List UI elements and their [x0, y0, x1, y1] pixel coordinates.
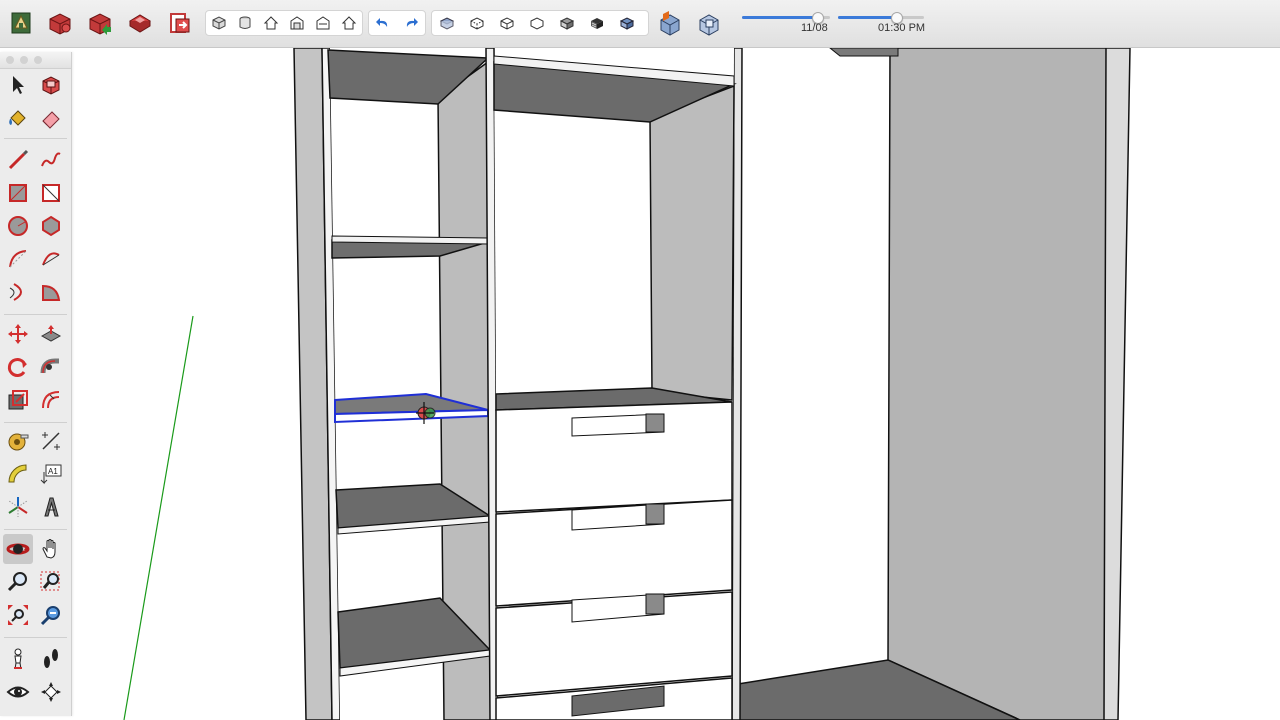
follow-me-tool-icon[interactable]: [36, 352, 66, 382]
move-tool-icon[interactable]: [3, 319, 33, 349]
section-plane-icon[interactable]: [655, 8, 685, 38]
walk-tool-icon[interactable]: [36, 644, 66, 674]
eraser-tool-icon[interactable]: [36, 103, 66, 133]
push-pull-tool-icon[interactable]: [36, 319, 66, 349]
offset-tool-icon[interactable]: [36, 385, 66, 415]
iso-view-icon[interactable]: [209, 12, 229, 34]
hidden-line-style-icon[interactable]: [525, 12, 549, 34]
protractor-tool-icon[interactable]: [3, 459, 33, 489]
back-view-icon[interactable]: [313, 12, 333, 34]
axes-tool-icon[interactable]: [3, 492, 33, 522]
model-viewport[interactable]: [72, 48, 1280, 720]
extension-warehouse-icon[interactable]: [125, 8, 155, 38]
display-section-icon[interactable]: [694, 8, 724, 38]
two-point-arc-tool-icon[interactable]: [36, 244, 66, 274]
left-view-icon[interactable]: [339, 12, 359, 34]
line-tool-icon[interactable]: [3, 145, 33, 175]
undo-icon[interactable]: [372, 12, 394, 34]
zoom-window-tool-icon[interactable]: [36, 567, 66, 597]
send-to-layout-icon[interactable]: [165, 8, 195, 38]
right-view-icon[interactable]: [287, 12, 307, 34]
drawer-2[interactable]: [495, 499, 733, 607]
polygon-tool-icon[interactable]: [36, 211, 66, 241]
palette-separator: [4, 637, 67, 638]
redo-icon[interactable]: [400, 12, 422, 34]
orbit-tool-icon[interactable]: [3, 534, 33, 564]
rotate-tool-icon[interactable]: [3, 352, 33, 382]
front-view-icon[interactable]: [261, 12, 281, 34]
palette-separator: [4, 422, 67, 423]
close-dot-icon[interactable]: [6, 56, 14, 64]
styles-toolbar: [431, 10, 649, 36]
make-component-tool-icon[interactable]: [36, 70, 66, 100]
3d-text-tool-icon[interactable]: [36, 492, 66, 522]
slider-fill: [742, 16, 817, 19]
rotated-rectangle-tool-icon[interactable]: [36, 178, 66, 208]
position-camera-tool-icon[interactable]: [3, 644, 33, 674]
views-toolbar: [205, 10, 363, 36]
green-axis-line: [123, 315, 194, 720]
zoom-dot-icon[interactable]: [34, 56, 42, 64]
rectangle-tool-icon[interactable]: [3, 178, 33, 208]
circle-tool-icon[interactable]: [3, 211, 33, 241]
shadow-time-label: 01:30 PM: [878, 22, 926, 34]
main-toolbar: 11/08 01:30 PM: [0, 0, 1280, 48]
palette-separator: [4, 314, 67, 315]
shaded-style-icon[interactable]: [555, 12, 579, 34]
zoom-tool-icon[interactable]: [3, 567, 33, 597]
dimension-tool-icon[interactable]: [36, 426, 66, 456]
back-edges-style-icon[interactable]: [465, 12, 489, 34]
three-point-arc-tool-icon[interactable]: [3, 277, 33, 307]
paint-bucket-tool-icon[interactable]: [3, 103, 33, 133]
slider-fill: [838, 16, 896, 19]
model-canvas[interactable]: [72, 48, 1280, 720]
share-model-icon[interactable]: [85, 8, 115, 38]
tape-measure-tool-icon[interactable]: [3, 426, 33, 456]
palette-titlebar[interactable]: [0, 52, 71, 69]
edit-toolbar: [368, 10, 426, 36]
tool-palette: A1: [0, 52, 72, 716]
wireframe-style-icon[interactable]: [495, 12, 519, 34]
pan-tool-icon[interactable]: [36, 534, 66, 564]
minimize-dot-icon[interactable]: [20, 56, 28, 64]
3d-warehouse-icon[interactable]: [6, 8, 36, 38]
right-unit-top-shelf: [829, 48, 899, 57]
palette-separator: [4, 529, 67, 530]
shaded-textures-style-icon[interactable]: [585, 12, 609, 34]
left-shelf-2-edge: [331, 235, 489, 245]
previous-view-tool-icon[interactable]: [36, 600, 66, 630]
get-models-icon[interactable]: [45, 8, 75, 38]
arc-tool-icon[interactable]: [3, 244, 33, 274]
zoom-extents-tool-icon[interactable]: [3, 600, 33, 630]
palette-separator: [4, 138, 67, 139]
text-tool-label: A1: [48, 467, 58, 476]
section-plane-tool-icon[interactable]: [36, 677, 66, 707]
select-tool-icon[interactable]: [3, 70, 33, 100]
look-around-tool-icon[interactable]: [3, 677, 33, 707]
top-view-icon[interactable]: [235, 12, 255, 34]
text-tool-icon[interactable]: A1: [36, 459, 66, 489]
monochrome-style-icon[interactable]: [615, 12, 639, 34]
right-unit-side-panel: [887, 48, 1121, 720]
middle-column-side: [649, 84, 735, 401]
xray-style-icon[interactable]: [435, 12, 459, 34]
scale-tool-icon[interactable]: [3, 385, 33, 415]
drawer-1[interactable]: [495, 401, 733, 513]
shadow-date-label: 11/08: [801, 22, 828, 34]
freehand-tool-icon[interactable]: [36, 145, 66, 175]
pie-tool-icon[interactable]: [36, 277, 66, 307]
